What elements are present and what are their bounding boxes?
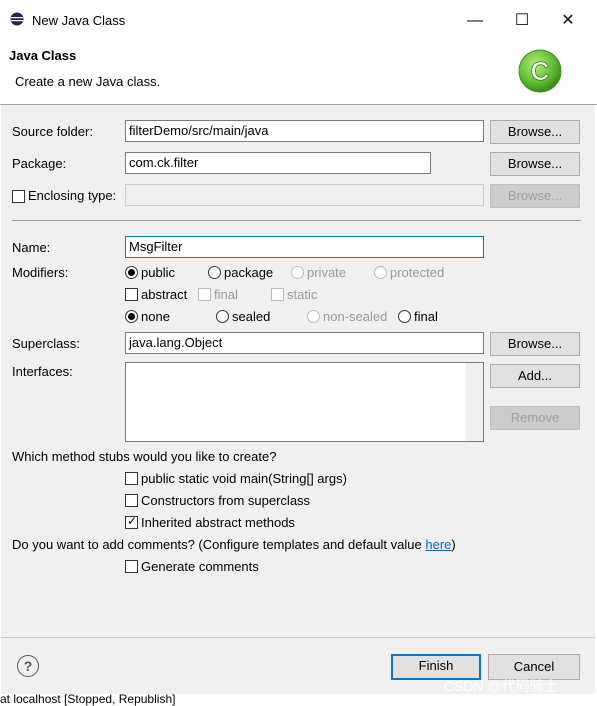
sealed-none-label: none bbox=[141, 309, 170, 324]
name-label: Name: bbox=[12, 240, 51, 255]
inherited-methods-label: Inherited abstract methods bbox=[141, 515, 295, 530]
maximize-button[interactable]: ☐ bbox=[507, 8, 537, 34]
generate-comments-label: Generate comments bbox=[141, 559, 259, 574]
package-input[interactable]: com.ck.filter bbox=[125, 152, 431, 174]
window-title: New Java Class bbox=[32, 13, 126, 28]
background-console-text: at localhost [Stopped, Republish] bbox=[0, 692, 176, 706]
name-input[interactable]: MsgFilter bbox=[125, 236, 484, 258]
modifier-private-label: private bbox=[307, 265, 347, 280]
source-folder-input[interactable]: filterDemo/src/main/java bbox=[125, 120, 484, 142]
section-divider bbox=[12, 220, 581, 221]
interfaces-list[interactable] bbox=[125, 362, 484, 442]
non-sealed-radio bbox=[307, 310, 320, 323]
help-icon[interactable]: ? bbox=[17, 655, 39, 677]
static-checkbox bbox=[271, 288, 284, 301]
modifier-package-label: package bbox=[224, 265, 274, 280]
enclosing-type-browse-button: Browse... bbox=[490, 184, 580, 208]
interfaces-remove-button: Remove bbox=[490, 406, 580, 430]
enclosing-type-label: Enclosing type: bbox=[28, 188, 117, 203]
modifier-public-label: public bbox=[141, 265, 175, 280]
superclass-label: Superclass: bbox=[12, 336, 80, 351]
sealed-none-radio[interactable] bbox=[125, 310, 138, 323]
abstract-checkbox[interactable] bbox=[125, 288, 138, 301]
sealed-final-label: final bbox=[414, 309, 438, 324]
main-method-checkbox[interactable] bbox=[125, 472, 138, 485]
wizard-header bbox=[0, 40, 597, 104]
interfaces-label: Interfaces: bbox=[12, 364, 73, 379]
inherited-methods-checkbox[interactable]: ✓ bbox=[125, 514, 138, 529]
modifiers-label: Modifiers: bbox=[12, 265, 69, 280]
package-label: Package: bbox=[12, 156, 67, 171]
modifier-protected-radio bbox=[374, 266, 387, 279]
static-label: static bbox=[287, 287, 318, 302]
enclosing-type-input bbox=[125, 184, 484, 206]
close-button[interactable]: ✕ bbox=[553, 8, 583, 34]
eclipse-app-icon bbox=[10, 12, 24, 26]
wizard-title: Java Class bbox=[9, 48, 77, 63]
watermark-text: CSDN @代码骑士 bbox=[444, 678, 558, 694]
modifier-private-radio bbox=[291, 266, 304, 279]
sealed-label: sealed bbox=[232, 309, 271, 324]
final-checkbox bbox=[198, 288, 211, 301]
logo-letter: C bbox=[531, 56, 550, 86]
sealed-radio[interactable] bbox=[216, 310, 229, 323]
source-folder-label: Source folder: bbox=[12, 124, 93, 139]
interfaces-scrollbar[interactable] bbox=[466, 363, 483, 441]
sealed-final-radio[interactable] bbox=[398, 310, 411, 323]
wizard-description: Create a new Java class. bbox=[15, 74, 161, 89]
abstract-label: abstract bbox=[141, 287, 188, 302]
modifier-public-radio[interactable] bbox=[125, 266, 138, 279]
modifier-package-radio[interactable] bbox=[208, 266, 221, 279]
configure-templates-link[interactable]: here bbox=[425, 537, 451, 552]
superclass-input[interactable]: java.lang.Object bbox=[125, 332, 484, 354]
modifier-protected-label: protected bbox=[390, 265, 445, 280]
final-label: final bbox=[214, 287, 238, 302]
comments-question: Do you want to add comments? (Configure … bbox=[12, 537, 456, 552]
interfaces-add-button[interactable]: Add... bbox=[490, 364, 580, 388]
superclass-browse-button[interactable]: Browse... bbox=[490, 332, 580, 356]
main-method-label: public static void main(String[] args) bbox=[141, 471, 347, 486]
generate-comments-checkbox[interactable] bbox=[125, 560, 138, 573]
constructors-checkbox[interactable] bbox=[125, 494, 138, 507]
comments-question-end: ) bbox=[451, 537, 456, 552]
source-folder-browse-button[interactable]: Browse... bbox=[490, 120, 580, 144]
package-browse-button[interactable]: Browse... bbox=[490, 152, 580, 176]
constructors-label: Constructors from superclass bbox=[141, 493, 311, 508]
enclosing-type-checkbox[interactable] bbox=[12, 190, 25, 203]
non-sealed-label: non-sealed bbox=[323, 309, 388, 324]
java-class-logo-icon: C bbox=[518, 49, 562, 93]
method-stubs-question: Which method stubs would you like to cre… bbox=[12, 449, 277, 464]
minimize-button[interactable]: — bbox=[460, 8, 490, 34]
comments-question-text: Do you want to add comments? (Configure … bbox=[12, 537, 426, 552]
